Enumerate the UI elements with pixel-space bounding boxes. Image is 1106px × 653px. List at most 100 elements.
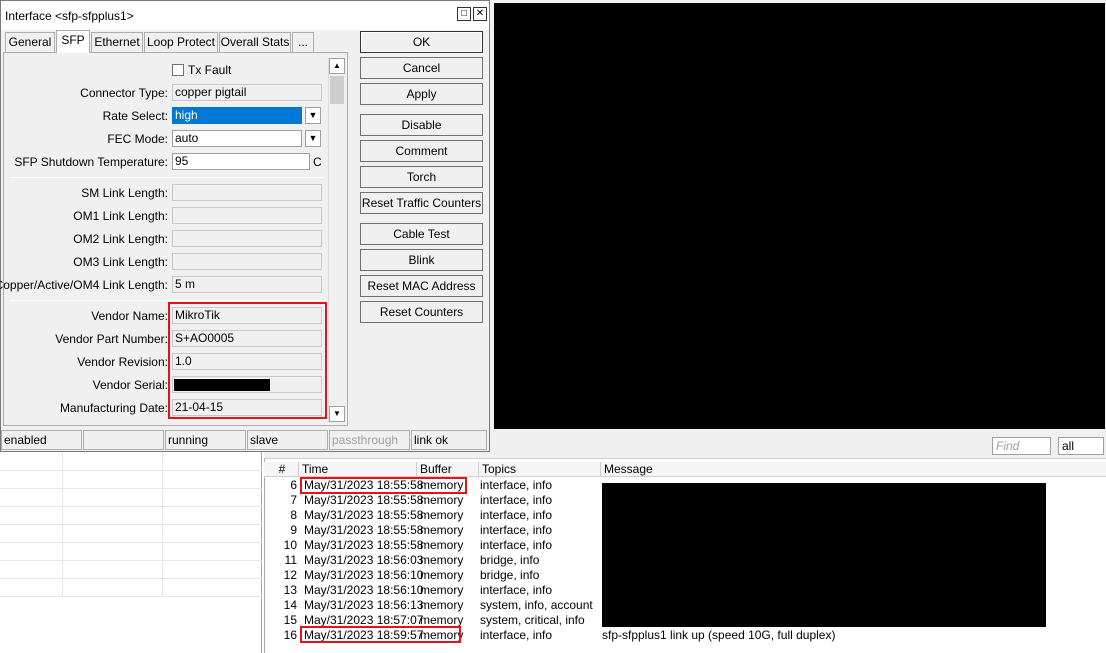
tx-fault-checkbox[interactable] [172, 64, 184, 76]
fec-mode-dropdown-icon[interactable]: ▼ [305, 130, 321, 147]
log-row-topics: bridge, info [480, 553, 540, 567]
torch-button[interactable]: Torch [360, 166, 483, 188]
redacted-area-top [494, 3, 1105, 429]
log-row-number: 15 [283, 613, 297, 627]
vendor-name-label: Vendor Name: [91, 309, 168, 323]
col-time[interactable]: Time [298, 462, 416, 477]
rate-select-dropdown-icon[interactable]: ▼ [305, 107, 321, 124]
log-row-topics: interface, info [480, 523, 553, 537]
tab-general[interactable]: General [5, 32, 55, 52]
log-row-number: 10 [283, 538, 297, 552]
scroll-thumb[interactable] [330, 76, 344, 104]
ok-button[interactable]: OK [360, 31, 483, 53]
log-find-input[interactable]: Find [992, 437, 1051, 455]
highlight-last-time [300, 626, 461, 643]
om1-link-label: OM1 Link Length: [73, 209, 168, 223]
cancel-button[interactable]: Cancel [360, 57, 483, 79]
blink-button[interactable]: Blink [360, 249, 483, 271]
log-row-time: May/31/2023 18:56:13 [304, 598, 424, 612]
status-passthrough: passthrough [329, 430, 410, 450]
log-row-time: May/31/2023 18:55:58 [304, 508, 424, 522]
shutdown-temp-unit: C [313, 155, 322, 169]
log-header: # Time Buffer Topics Message [264, 462, 1106, 477]
shutdown-temp-input[interactable]: 95 [172, 153, 310, 170]
vendor-revision-label: Vendor Revision: [77, 355, 168, 369]
vendor-serial-label: Vendor Serial: [92, 378, 168, 392]
log-row-message: sfp-sfpplus1 link up (speed 10G, full du… [602, 628, 836, 642]
log-row-time: May/31/2023 18:56:10 [304, 568, 424, 582]
sm-link-field [172, 184, 322, 201]
background-list [0, 452, 262, 653]
log-row-number: 16 [283, 628, 297, 642]
reset-counters-button[interactable]: Reset Counters [360, 301, 483, 323]
log-row-time: May/31/2023 18:55:58 [304, 493, 424, 507]
sm-link-label: SM Link Length: [81, 186, 168, 200]
log-row-time: May/31/2023 18:55:58 [304, 538, 424, 552]
maximize-icon[interactable]: □ [457, 7, 471, 21]
log-row-buffer: memory [420, 598, 464, 612]
cable-test-button[interactable]: Cable Test [360, 223, 483, 245]
mfg-date-label: Manufacturing Date: [59, 401, 168, 415]
panel-scrollbar[interactable]: ▲ ▼ [328, 58, 345, 422]
col-message[interactable]: Message [600, 462, 1106, 477]
log-row-topics: system, critical, info [480, 613, 585, 627]
tab-sfp[interactable]: SFP [56, 30, 90, 53]
log-row-number: 12 [283, 568, 297, 582]
copper-link-field: 5 m [172, 276, 322, 293]
log-row-number: 8 [290, 508, 297, 522]
om3-link-field [172, 253, 322, 270]
log-row-buffer: memory [420, 523, 464, 537]
log-row-topics: interface, info [480, 583, 553, 597]
reset-traffic-counters-button[interactable]: Reset Traffic Counters [360, 192, 483, 214]
title-bar: Interface <sfp-sfpplus1> □ ✕ [1, 1, 489, 30]
tab-loop-protect[interactable]: Loop Protect [144, 32, 218, 52]
log-row-buffer: memory [420, 508, 464, 522]
status-bar: enabled running slave passthrough link o… [1, 430, 489, 450]
highlight-first-time [300, 477, 467, 494]
log-row-number: 11 [284, 553, 297, 567]
log-row-topics: system, info, account [480, 598, 593, 612]
shutdown-temp-label: SFP Shutdown Temperature: [14, 155, 168, 169]
status-slave: slave [247, 430, 328, 450]
comment-button[interactable]: Comment [360, 140, 483, 162]
tab-overall-stats[interactable]: Overall Stats [219, 32, 291, 52]
fec-mode-field[interactable]: auto [172, 130, 302, 147]
log-row-number: 6 [290, 478, 297, 492]
log-row-buffer: memory [420, 493, 464, 507]
connector-type-label: Connector Type: [80, 86, 168, 100]
redacted-messages [602, 483, 1046, 627]
sfp-panel: Tx Fault Connector Type: copper pigtail … [0, 52, 348, 426]
status-empty [83, 430, 164, 450]
log-row-number: 14 [283, 598, 297, 612]
log-filter-select[interactable]: all [1058, 437, 1104, 455]
log-row-topics: interface, info [480, 478, 553, 492]
status-link: link ok [411, 430, 487, 450]
col-topics[interactable]: Topics [478, 462, 600, 477]
log-row-topics: bridge, info [480, 568, 540, 582]
log-row-buffer: memory [420, 538, 464, 552]
close-icon[interactable]: ✕ [473, 7, 487, 21]
om2-link-label: OM2 Link Length: [73, 232, 168, 246]
col-number[interactable]: # [264, 462, 300, 477]
reset-mac-address-button[interactable]: Reset MAC Address [360, 275, 483, 297]
scroll-down-icon[interactable]: ▼ [329, 406, 345, 422]
col-buffer[interactable]: Buffer [416, 462, 478, 477]
status-running: running [165, 430, 246, 450]
scroll-up-icon[interactable]: ▲ [329, 58, 345, 74]
tab-more[interactable]: ... [292, 32, 314, 52]
window-title: Interface <sfp-sfpplus1> [5, 9, 134, 23]
apply-button[interactable]: Apply [360, 83, 483, 105]
copper-link-label: Copper/Active/OM4 Link Length: [0, 278, 168, 292]
log-row-topics: interface, info [480, 628, 553, 642]
log-row-topics: interface, info [480, 493, 553, 507]
tab-ethernet[interactable]: Ethernet [91, 32, 143, 52]
rate-select-field[interactable]: high [172, 107, 302, 124]
divider [10, 177, 324, 178]
log-row-number: 7 [290, 493, 297, 507]
log-row-buffer: memory [420, 583, 464, 597]
connector-type-field: copper pigtail [172, 84, 322, 101]
status-enabled: enabled [1, 430, 82, 450]
rate-select-label: Rate Select: [102, 109, 168, 123]
divider [10, 300, 324, 301]
disable-button[interactable]: Disable [360, 114, 483, 136]
